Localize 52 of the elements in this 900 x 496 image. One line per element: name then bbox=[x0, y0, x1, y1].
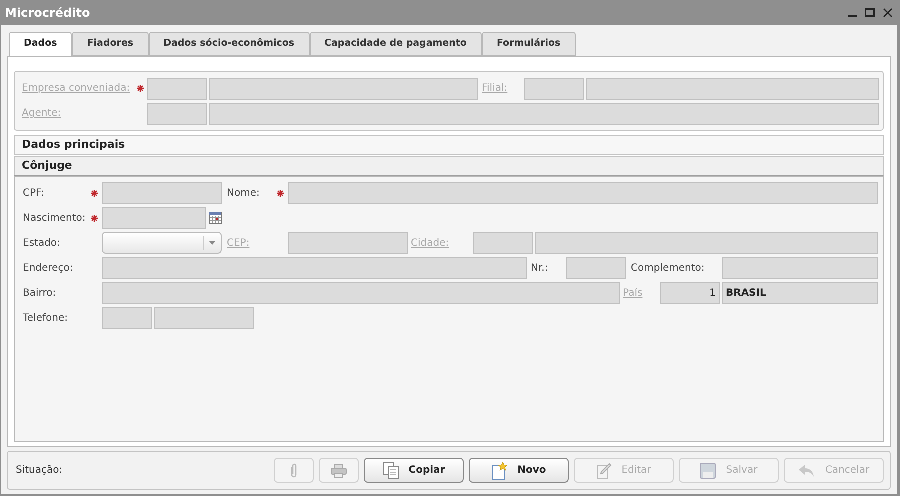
field-label: Bairro: bbox=[23, 286, 56, 300]
input-field[interactable] bbox=[473, 232, 533, 254]
input-field[interactable] bbox=[209, 78, 478, 100]
section-header[interactable]: Dados principais bbox=[14, 135, 884, 155]
field-label: Nascimento: bbox=[23, 212, 86, 226]
input-field[interactable] bbox=[288, 182, 878, 204]
input-field[interactable] bbox=[154, 307, 254, 329]
input-field[interactable] bbox=[147, 78, 207, 100]
tab[interactable]: Capacidade de pagamento bbox=[310, 32, 482, 56]
paperclip-icon bbox=[290, 462, 298, 478]
window-title: Microcrédito bbox=[5, 4, 90, 22]
tab[interactable]: Formulários bbox=[482, 32, 576, 56]
input-field[interactable] bbox=[209, 102, 879, 124]
calendar-icon[interactable] bbox=[209, 212, 222, 224]
input-field[interactable]: 1 bbox=[660, 282, 720, 304]
pencil-icon bbox=[596, 462, 612, 478]
toolbar-button[interactable]: Novo bbox=[469, 458, 569, 483]
dropdown[interactable] bbox=[102, 232, 222, 254]
field-label: CPF: bbox=[23, 186, 44, 200]
undo-arrow-icon bbox=[798, 464, 816, 478]
tab[interactable]: Dados bbox=[9, 32, 72, 57]
status-label: Situação: bbox=[16, 464, 63, 478]
input-field[interactable] bbox=[102, 282, 620, 304]
input-field[interactable] bbox=[535, 232, 878, 254]
maximize-icon[interactable] bbox=[865, 8, 875, 17]
field-label: Estado: bbox=[23, 236, 60, 250]
new-document-icon bbox=[492, 462, 508, 480]
printer-icon bbox=[331, 464, 347, 478]
input-field[interactable]: BRASIL bbox=[722, 282, 878, 304]
save-icon bbox=[700, 462, 716, 478]
tab[interactable]: Fiadores bbox=[72, 32, 149, 56]
tab[interactable]: Dados sócio-econômicos bbox=[148, 32, 310, 56]
input-field[interactable] bbox=[524, 78, 584, 100]
input-field[interactable] bbox=[102, 307, 152, 329]
input-field[interactable] bbox=[288, 232, 408, 254]
input-field[interactable] bbox=[102, 207, 206, 229]
input-field[interactable] bbox=[102, 257, 527, 279]
copy-icon bbox=[382, 462, 399, 479]
field-label: Nr.: bbox=[531, 262, 548, 276]
close-icon[interactable] bbox=[883, 8, 893, 18]
field-label: Nome: bbox=[227, 186, 260, 200]
input-field[interactable] bbox=[586, 78, 879, 100]
caret-icon bbox=[209, 241, 216, 245]
field-label: Complemento: bbox=[631, 262, 705, 276]
section-header[interactable]: Cônjuge bbox=[14, 156, 884, 176]
input-field[interactable] bbox=[147, 102, 207, 124]
input-field[interactable] bbox=[722, 257, 878, 279]
field-label: Endereço: bbox=[23, 262, 74, 276]
input-field[interactable] bbox=[102, 182, 222, 204]
toolbar-button[interactable]: Copiar bbox=[364, 458, 464, 483]
field-label: Telefone: bbox=[23, 312, 68, 326]
input-field[interactable] bbox=[566, 257, 626, 279]
